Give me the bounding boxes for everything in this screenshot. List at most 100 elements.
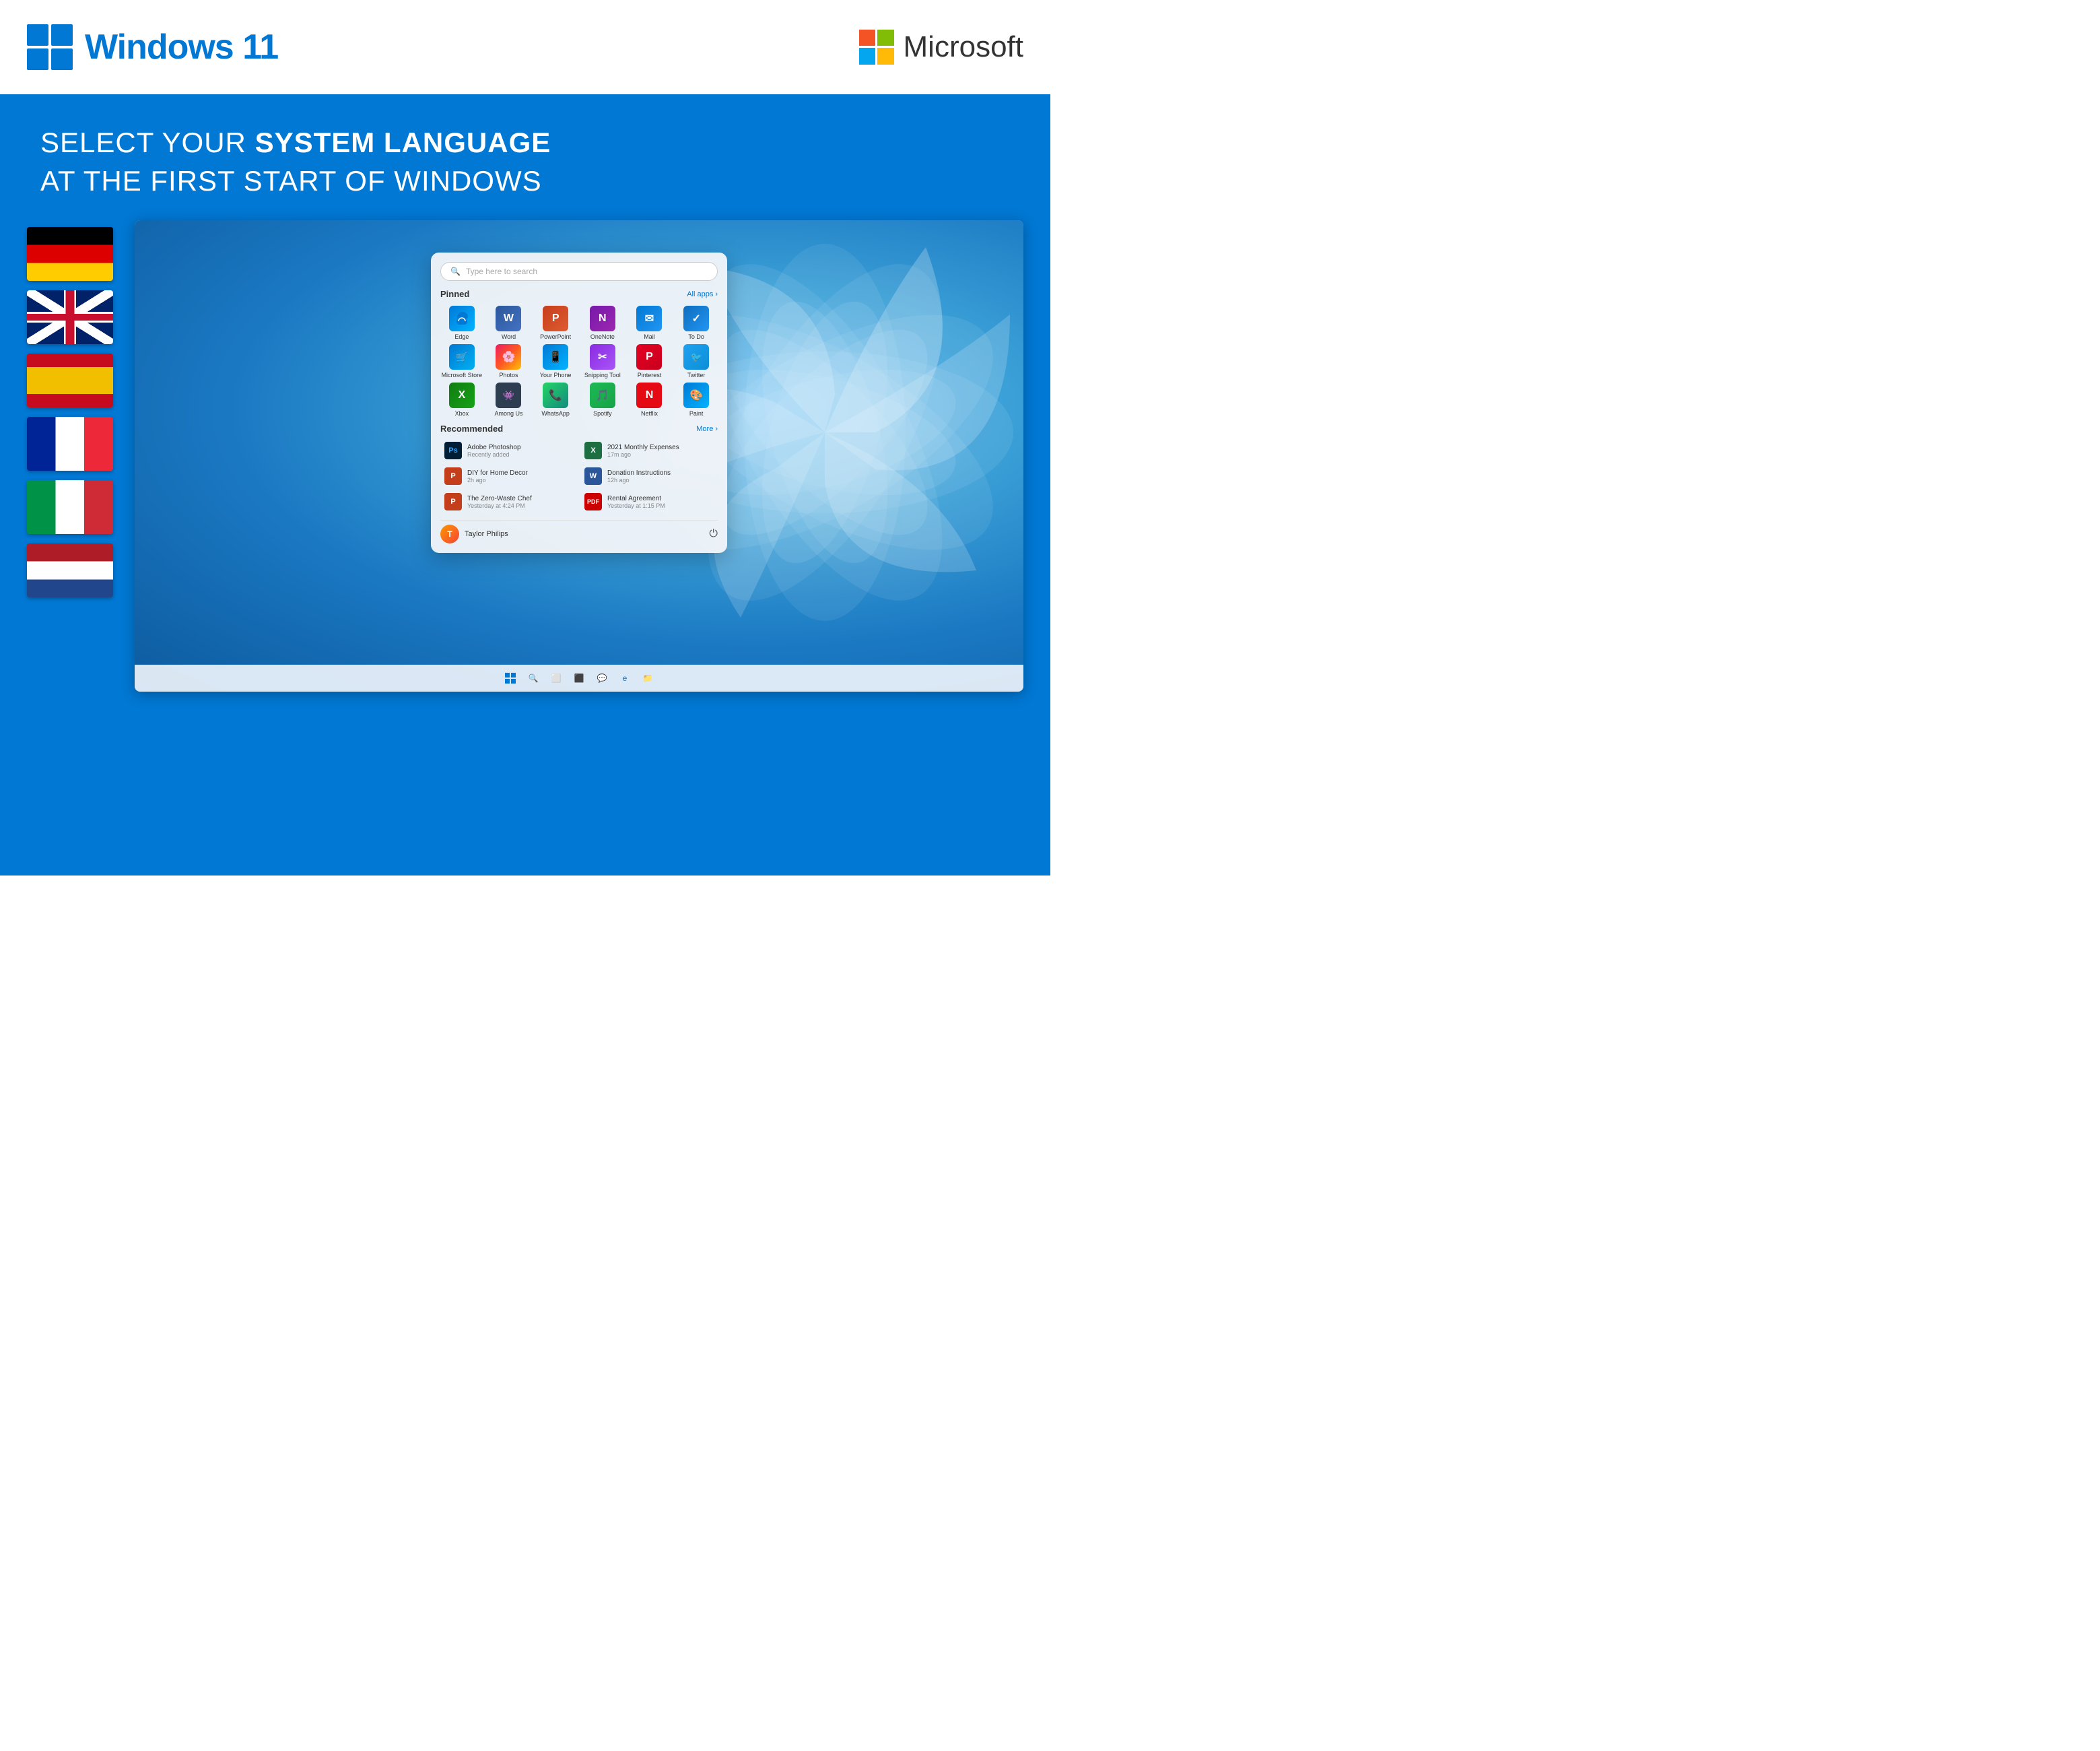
flag-uk[interactable]: [27, 290, 113, 344]
rec-donation[interactable]: W Donation Instructions 12h ago: [580, 465, 718, 488]
among-icon: 👾: [496, 383, 521, 408]
photoshop-icon: Ps: [444, 442, 462, 459]
paint-icon: 🎨: [683, 383, 709, 408]
app-edge[interactable]: Edge: [440, 306, 483, 340]
netflix-icon: N: [636, 383, 662, 408]
app-word[interactable]: W Word: [487, 306, 531, 340]
photos-icon: 🌸: [496, 344, 521, 370]
start-menu: 🔍 Type here to search Pinned All apps ›: [431, 253, 727, 553]
rental-name: Rental Agreement: [607, 495, 665, 502]
taskbar-file[interactable]: 📁: [640, 670, 656, 686]
todo-label: To Do: [688, 333, 704, 340]
all-apps-button[interactable]: All apps ›: [687, 290, 718, 298]
user-name: Taylor Philips: [465, 530, 508, 538]
among-label: Among Us: [494, 410, 522, 417]
flag-french[interactable]: [27, 417, 113, 471]
word-label: Word: [502, 333, 516, 340]
app-twitter[interactable]: 🐦 Twitter: [675, 344, 718, 378]
diy-time: 2h ago: [467, 477, 528, 484]
donation-name: Donation Instructions: [607, 469, 671, 477]
zerowaste-time: Yesterday at 4:24 PM: [467, 502, 532, 509]
twitter-icon: 🐦: [683, 344, 709, 370]
taskbar-task-view[interactable]: ⬜: [548, 670, 564, 686]
mail-label: Mail: [644, 333, 655, 340]
xbox-icon: X: [449, 383, 475, 408]
donation-icon: W: [584, 467, 602, 485]
taskbar-chat[interactable]: 💬: [594, 670, 610, 686]
rental-time: Yesterday at 1:15 PM: [607, 502, 665, 509]
diy-icon: P: [444, 467, 462, 485]
blue-section: SELECT YOUR SYSTEM LANGUAGE AT THE FIRST…: [0, 94, 1050, 876]
photoshop-name: Adobe Photoshop: [467, 444, 521, 451]
microsoft-title: Microsoft: [904, 30, 1023, 64]
rec-photoshop[interactable]: Ps Adobe Photoshop Recently added: [440, 439, 578, 462]
windows-logo-area: Windows 11: [27, 24, 278, 70]
app-powerpoint[interactable]: P PowerPoint: [534, 306, 577, 340]
recommended-grid: Ps Adobe Photoshop Recently added X 2021…: [440, 439, 718, 513]
app-photos[interactable]: 🌸 Photos: [487, 344, 531, 378]
flag-dutch[interactable]: [27, 543, 113, 597]
expenses-name: 2021 Monthly Expenses: [607, 444, 679, 451]
flag-german[interactable]: [27, 227, 113, 281]
app-onenote[interactable]: N OneNote: [581, 306, 624, 340]
app-xbox[interactable]: X Xbox: [440, 383, 483, 417]
content-area: 🔍 Type here to search Pinned All apps ›: [0, 220, 1050, 876]
taskbar-start[interactable]: [502, 670, 518, 686]
taskbar-search[interactable]: 🔍: [525, 670, 541, 686]
zerowaste-icon: P: [444, 493, 462, 510]
taskbar-edge[interactable]: e: [617, 670, 633, 686]
microsoft-logo-icon: [859, 30, 894, 65]
store-label: Microsoft Store: [442, 372, 483, 378]
spotify-icon: 🎵: [590, 383, 615, 408]
pinned-label: Pinned: [440, 289, 469, 299]
power-icon[interactable]: ⏻: [709, 528, 718, 540]
microsoft-logo-area: Microsoft: [859, 30, 1023, 65]
recommended-label: Recommended: [440, 424, 503, 434]
app-snipping[interactable]: ✂ Snipping Tool: [581, 344, 624, 378]
flag-italian[interactable]: [27, 480, 113, 534]
yourphone-icon: 📱: [543, 344, 568, 370]
ppt-label: PowerPoint: [540, 333, 571, 340]
edge-icon: [449, 306, 475, 331]
search-placeholder-text: Type here to search: [466, 267, 537, 276]
app-store[interactable]: 🛒 Microsoft Store: [440, 344, 483, 378]
app-netflix[interactable]: N Netflix: [628, 383, 671, 417]
recommended-header: Recommended More ›: [440, 424, 718, 434]
app-todo[interactable]: ✓ To Do: [675, 306, 718, 340]
yourphone-label: Your Phone: [540, 372, 572, 378]
user-info[interactable]: T Taylor Philips: [440, 525, 508, 543]
app-whatsapp[interactable]: 📞 WhatsApp: [534, 383, 577, 417]
wallpaper: 🔍 Type here to search Pinned All apps ›: [135, 220, 1023, 692]
netflix-label: Netflix: [641, 410, 658, 417]
windows-title: Windows 11: [85, 27, 278, 67]
more-button[interactable]: More ›: [696, 425, 718, 433]
expenses-icon: X: [584, 442, 602, 459]
windows-logo-icon: [27, 24, 73, 70]
rec-expenses[interactable]: X 2021 Monthly Expenses 17m ago: [580, 439, 718, 462]
onenote-icon: N: [590, 306, 615, 331]
taskbar-widgets[interactable]: ⬛: [571, 670, 587, 686]
twitter-label: Twitter: [687, 372, 706, 378]
xbox-label: Xbox: [455, 410, 469, 417]
app-pinterest[interactable]: P Pinterest: [628, 344, 671, 378]
app-yourphone[interactable]: 📱 Your Phone: [534, 344, 577, 378]
app-paint[interactable]: 🎨 Paint: [675, 383, 718, 417]
rec-diy[interactable]: P DIY for Home Decor 2h ago: [440, 465, 578, 488]
app-mail[interactable]: ✉ Mail: [628, 306, 671, 340]
rental-icon: PDF: [584, 493, 602, 510]
snipping-icon: ✂: [590, 344, 615, 370]
search-bar[interactable]: 🔍 Type here to search: [440, 262, 718, 281]
app-spotify[interactable]: 🎵 Spotify: [581, 383, 624, 417]
user-bar: T Taylor Philips ⏻: [440, 520, 718, 543]
mail-icon: ✉: [636, 306, 662, 331]
apps-grid: Edge W Word P PowerPoint N OneNote: [440, 306, 718, 417]
app-among[interactable]: 👾 Among Us: [487, 383, 531, 417]
headline: SELECT YOUR SYSTEM LANGUAGE AT THE FIRST…: [40, 124, 1010, 200]
snipping-label: Snipping Tool: [584, 372, 621, 378]
diy-name: DIY for Home Decor: [467, 469, 528, 477]
rec-rental[interactable]: PDF Rental Agreement Yesterday at 1:15 P…: [580, 490, 718, 513]
flag-spanish[interactable]: [27, 354, 113, 407]
user-avatar: T: [440, 525, 459, 543]
pinterest-icon: P: [636, 344, 662, 370]
rec-zerowaste[interactable]: P The Zero-Waste Chef Yesterday at 4:24 …: [440, 490, 578, 513]
